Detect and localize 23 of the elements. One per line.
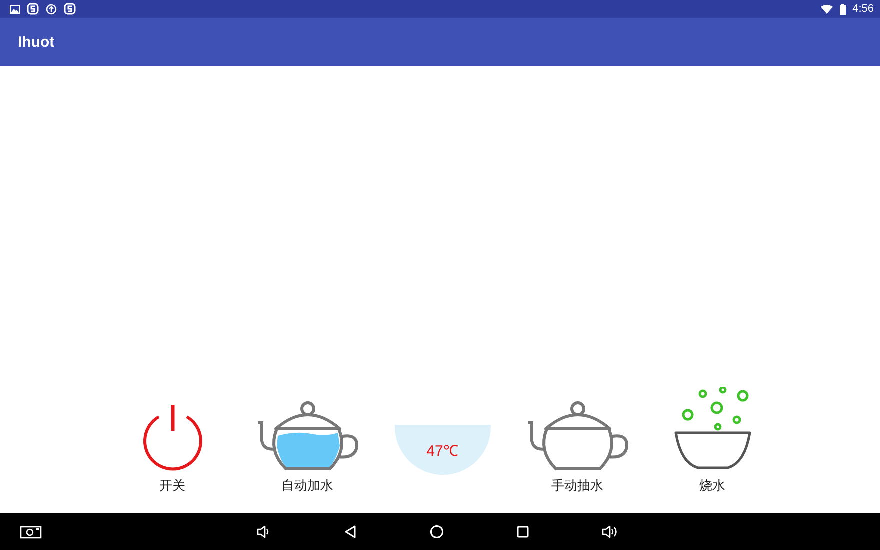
- control-label: 自动加水: [282, 478, 334, 495]
- control-label: 烧水: [700, 478, 726, 495]
- power-icon[interactable]: [142, 403, 204, 471]
- camera-icon[interactable]: [20, 524, 42, 538]
- volume-down-icon[interactable]: [257, 524, 271, 538]
- volume-up-icon[interactable]: [602, 524, 620, 538]
- app-notification-icon: [64, 3, 76, 15]
- circle-icon: [46, 4, 57, 14]
- battery-icon: [840, 4, 846, 14]
- teapot-with-water-icon[interactable]: [256, 401, 360, 471]
- temperature-reading: 47℃: [426, 442, 458, 460]
- boiling-bowl-icon[interactable]: [672, 387, 752, 471]
- status-time: 4:56: [852, 3, 874, 15]
- home-icon[interactable]: [430, 524, 444, 538]
- app-title: Ihuot: [18, 34, 55, 50]
- control-label: 开关: [160, 478, 186, 495]
- wifi-icon: [820, 4, 833, 14]
- back-icon[interactable]: [344, 524, 357, 538]
- recents-icon[interactable]: [517, 526, 529, 538]
- control-label: 手动抽水: [552, 478, 604, 495]
- app-notification-icon: [27, 3, 39, 15]
- image-icon: [10, 4, 20, 14]
- teapot-icon[interactable]: [526, 401, 630, 471]
